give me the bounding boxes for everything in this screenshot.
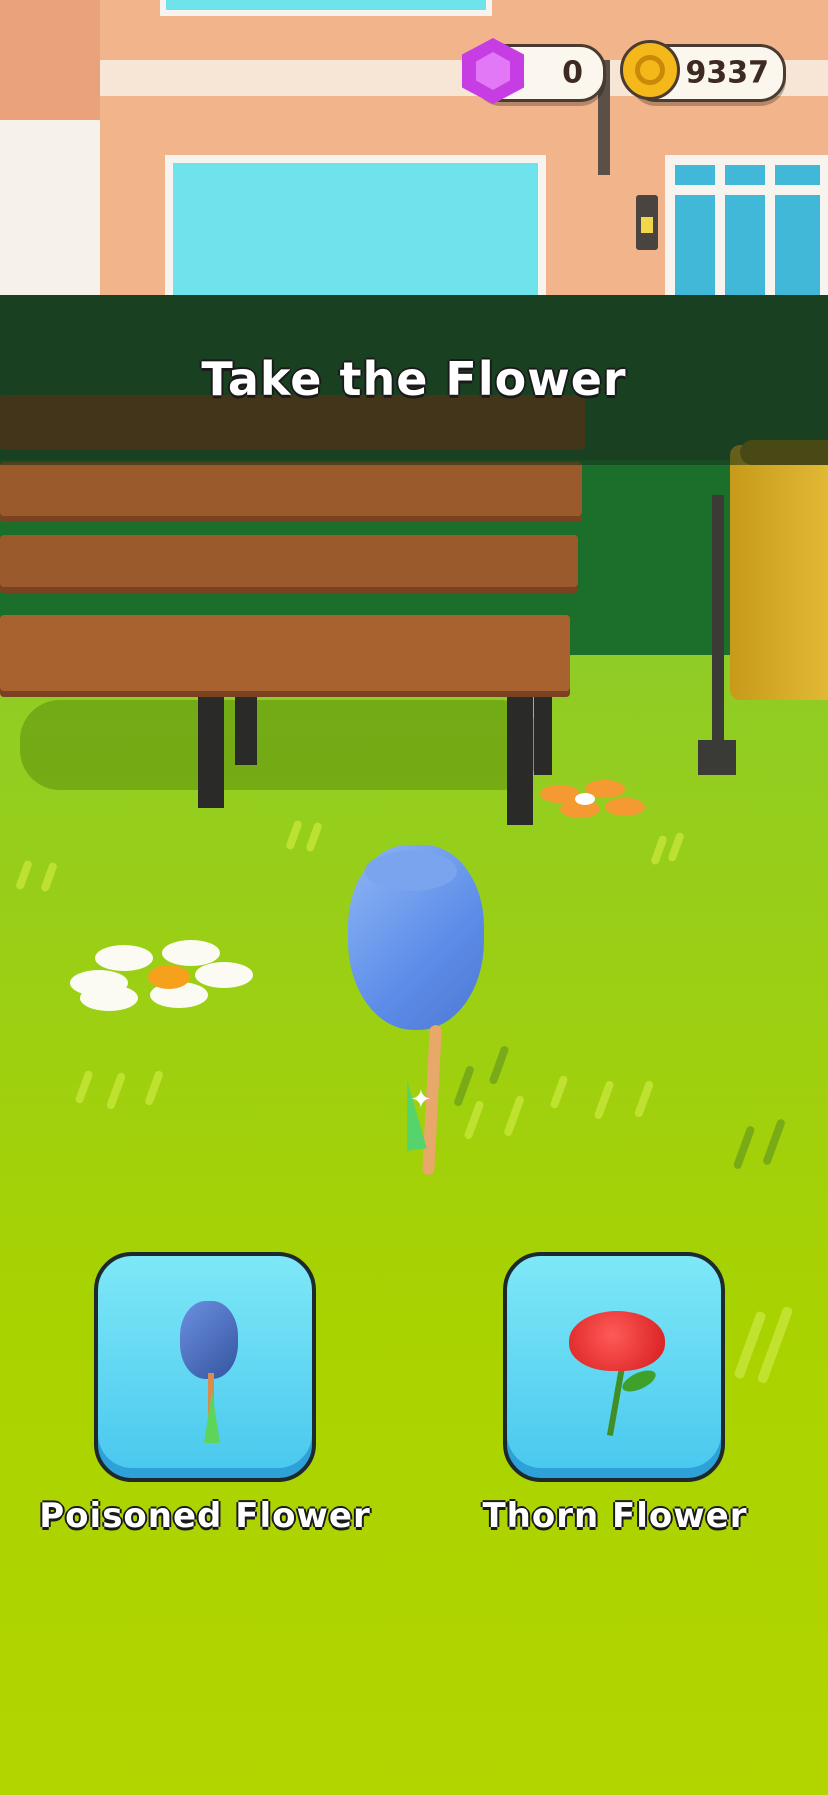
gold-coin-icon [620, 40, 680, 100]
bench-backrest-plank [0, 535, 578, 593]
prompt-title: Take the Flower [201, 352, 627, 406]
grass-ground [0, 655, 828, 1795]
bench-backrest-plank [0, 462, 582, 522]
wall-lamp [636, 195, 658, 250]
orange-flower [530, 780, 645, 825]
trash-can [730, 445, 828, 700]
poisoned-flower-label: Poisoned Flower [39, 1496, 371, 1536]
red-rose-icon [555, 1311, 685, 1441]
bench-leg [198, 680, 224, 808]
right-window [665, 155, 828, 300]
trash-can-pole [712, 495, 724, 750]
left-building-balcony [0, 120, 110, 300]
white-daisy [70, 940, 255, 1015]
poisoned-flower-button[interactable] [94, 1252, 316, 1482]
large-window [165, 155, 546, 316]
coin-count: 9337 [685, 55, 770, 91]
bench-seat [0, 615, 570, 697]
bench-shadow [20, 700, 540, 790]
held-blue-flower: ✦ [340, 845, 490, 1185]
blue-tulip-icon [176, 1301, 242, 1446]
trash-can-base [698, 740, 736, 775]
thorn-flower-button[interactable] [503, 1252, 725, 1482]
upper-window [160, 0, 492, 16]
gem-count: 0 [562, 55, 583, 91]
thorn-flower-label: Thorn Flower [482, 1496, 748, 1536]
